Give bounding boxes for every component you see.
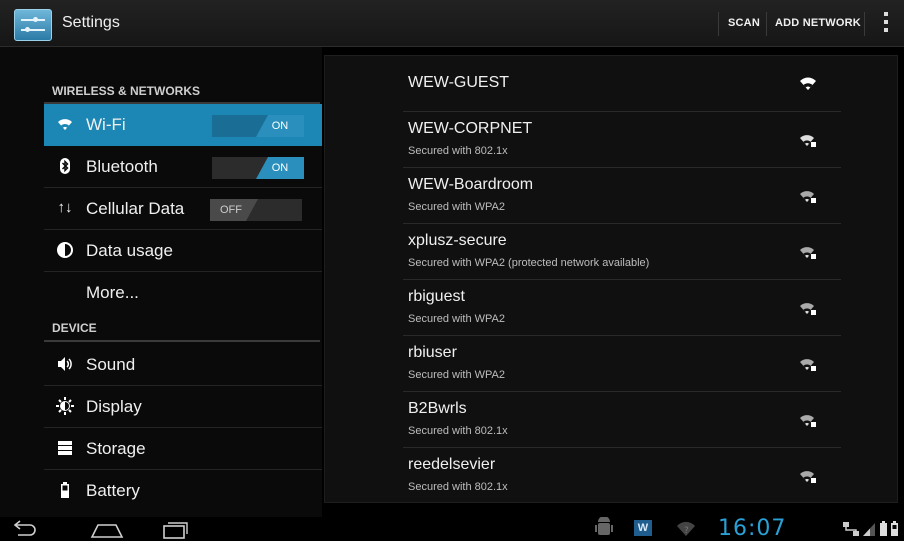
network-ssid: reedelsevier — [408, 456, 496, 473]
action-divider — [718, 12, 719, 36]
sidebar-item-battery[interactable]: Battery — [44, 470, 322, 512]
action-bar: Settings SCAN ADD NETWORK — [0, 0, 904, 47]
sidebar-item-label: Display — [86, 397, 142, 416]
wifi-secured-icon — [800, 415, 816, 427]
cellular-data-toggle[interactable]: OFF — [210, 199, 302, 221]
data-usage-icon — [56, 241, 74, 259]
sidebar-item-storage[interactable]: Storage — [44, 428, 322, 470]
wifi-secured-icon — [800, 359, 816, 371]
wifi-network-list: WEW-GUEST WEW-CORPNET Secured with 802.1… — [324, 55, 898, 503]
network-item-wew-corpnet[interactable]: WEW-CORPNET Secured with 802.1x — [403, 112, 841, 168]
network-ssid: WEW-Boardroom — [408, 176, 534, 193]
network-ssid: WEW-GUEST — [408, 74, 510, 91]
sidebar-item-bluetooth[interactable]: Bluetooth ON — [44, 146, 322, 188]
storage-icon — [56, 439, 74, 457]
battery-icon — [56, 481, 74, 499]
svg-text:?: ? — [684, 526, 689, 536]
action-divider — [864, 12, 865, 36]
network-ssid: B2Bwrls — [408, 400, 467, 417]
network-icon — [843, 522, 859, 536]
network-item-wew-guest[interactable]: WEW-GUEST — [403, 56, 841, 112]
sidebar-item-label: Wi-Fi — [86, 115, 126, 134]
wifi-status-icon: ? — [677, 521, 695, 536]
bluetooth-toggle[interactable]: ON — [212, 157, 304, 179]
settings-sidebar: WIRELESS & NETWORKS Wi-Fi ON Bluetooth O… — [0, 47, 322, 517]
action-divider — [766, 12, 767, 36]
network-item-xplusz-secure[interactable]: xplusz-secure Secured with WPA2 (protect… — [403, 224, 841, 280]
page-title: Settings — [62, 14, 120, 31]
scan-button[interactable]: SCAN — [728, 0, 760, 46]
network-ssid: xplusz-secure — [408, 232, 507, 249]
toggle-state: OFF — [210, 199, 258, 221]
sidebar-item-label: Battery — [86, 481, 140, 500]
display-icon — [56, 397, 74, 415]
wifi-secured-icon — [800, 247, 816, 259]
sidebar-item-label: Bluetooth — [86, 157, 158, 176]
network-security: Secured with 802.1x — [408, 425, 508, 437]
wifi-signal-icon — [800, 77, 816, 90]
sidebar-item-label: Storage — [86, 439, 146, 458]
network-item-rbiuser[interactable]: rbiuser Secured with WPA2 — [403, 336, 841, 392]
bluetooth-icon — [56, 157, 74, 175]
wifi-icon — [56, 115, 74, 133]
wifi-secured-icon — [800, 471, 816, 483]
battery-status-icon — [880, 521, 898, 536]
network-security: Secured with WPA2 — [408, 201, 506, 213]
back-icon[interactable] — [12, 519, 40, 539]
network-ssid: rbiuser — [408, 344, 457, 361]
sidebar-item-wifi[interactable]: Wi-Fi ON — [44, 104, 322, 146]
network-item-rbiguest[interactable]: rbiguest Secured with WPA2 — [403, 280, 841, 336]
status-clock: 16:07 — [718, 516, 787, 541]
overflow-menu-icon[interactable] — [884, 12, 888, 36]
sidebar-item-data-usage[interactable]: Data usage — [44, 230, 322, 272]
android-debug-icon[interactable] — [594, 517, 614, 539]
network-security: Secured with WPA2 — [408, 369, 506, 381]
network-item-b2bwrls[interactable]: B2Bwrls Secured with 802.1x — [403, 392, 841, 448]
section-divider — [44, 340, 320, 342]
sidebar-item-more[interactable]: More... — [44, 272, 322, 314]
recent-apps-icon[interactable] — [160, 519, 190, 539]
signal-icon — [863, 523, 875, 536]
w-notification-icon[interactable]: W — [634, 520, 652, 536]
network-ssid: WEW-CORPNET — [408, 120, 533, 137]
network-ssid: rbiguest — [408, 288, 465, 305]
sidebar-item-cellular-data[interactable]: ↑↓ Cellular Data OFF — [44, 188, 322, 230]
toggle-state: ON — [256, 115, 304, 137]
settings-app-icon[interactable] — [14, 9, 52, 41]
section-header-device: DEVICE — [52, 321, 97, 335]
sidebar-item-sound[interactable]: Sound — [44, 344, 322, 386]
sidebar-item-label: Data usage — [86, 241, 173, 260]
home-icon[interactable] — [90, 519, 124, 539]
sidebar-item-display[interactable]: Display — [44, 386, 322, 428]
wifi-secured-icon — [800, 303, 816, 315]
network-item-wew-boardroom[interactable]: WEW-Boardroom Secured with WPA2 — [403, 168, 841, 224]
sidebar-item-label: More... — [86, 283, 139, 302]
section-header-wireless: WIRELESS & NETWORKS — [52, 84, 201, 98]
wifi-secured-icon — [800, 191, 816, 203]
sidebar-item-label: Sound — [86, 355, 136, 374]
wifi-toggle[interactable]: ON — [212, 115, 304, 137]
toggle-state: ON — [256, 157, 304, 179]
add-network-button[interactable]: ADD NETWORK — [775, 0, 861, 46]
sound-icon — [56, 355, 74, 373]
cellular-data-icon: ↑↓ — [57, 199, 73, 216]
network-item-reedelsevier[interactable]: reedelsevier Secured with 802.1x — [403, 448, 841, 504]
sidebar-item-label: Cellular Data — [86, 199, 185, 218]
wifi-secured-icon — [800, 135, 816, 147]
network-security: Secured with WPA2 — [408, 313, 506, 325]
network-security: Secured with 802.1x — [408, 145, 508, 157]
network-security: Secured with WPA2 (protected network ava… — [408, 257, 650, 269]
network-security: Secured with 802.1x — [408, 481, 508, 493]
